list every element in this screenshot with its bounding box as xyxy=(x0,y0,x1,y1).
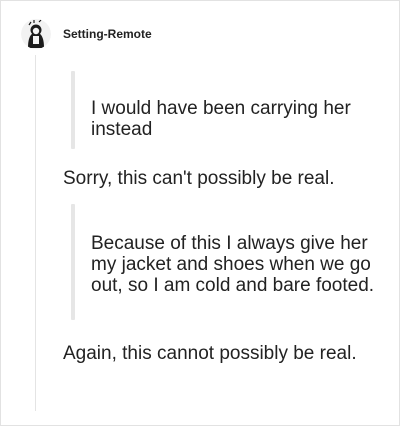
username[interactable]: Setting-Remote xyxy=(63,27,152,41)
reply-text: Sorry, this can't possibly be real. xyxy=(63,168,335,189)
reply-text: Again, this cannot possibly be real. xyxy=(63,343,357,364)
quote-bar xyxy=(71,71,75,149)
thread-line xyxy=(35,55,36,411)
user-avatar-icon[interactable] xyxy=(21,19,51,49)
quoted-text: I would have been carrying her instead xyxy=(91,98,351,140)
quoted-text: Because of this I always give her my jac… xyxy=(91,233,375,296)
post-header: Setting-Remote xyxy=(21,17,152,51)
post-card: Setting-Remote I would have been carryin… xyxy=(0,0,400,426)
quote-bar xyxy=(71,204,75,320)
